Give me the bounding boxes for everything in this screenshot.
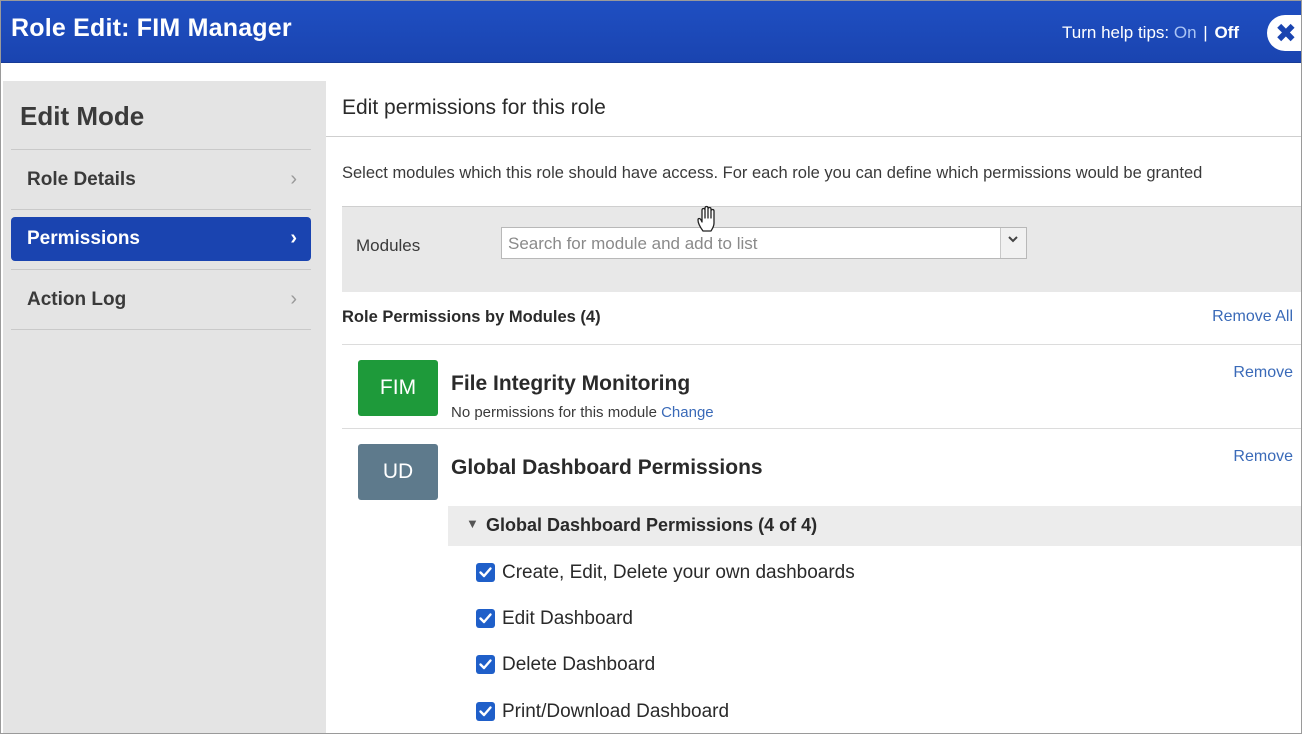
edit-mode-sidebar: Edit Mode Role Details › Permissions › A…: [3, 81, 326, 733]
modules-label: Modules: [356, 236, 421, 255]
remove-all-link[interactable]: Remove All: [1212, 308, 1293, 326]
sidebar-divider: [11, 149, 311, 150]
permission-group-header[interactable]: ▼ Global Dashboard Permissions (4 of 4): [448, 506, 1301, 546]
sidebar-item-permissions[interactable]: Permissions ›: [11, 217, 311, 261]
sidebar-heading: Edit Mode: [20, 101, 145, 131]
close-icon: ✖: [1275, 18, 1297, 48]
checkmark-icon: [479, 613, 492, 624]
hand-cursor-icon: [695, 205, 721, 238]
section-divider: [342, 344, 1301, 345]
chevron-down-icon: [1007, 232, 1019, 248]
help-tips-on-link[interactable]: On: [1174, 23, 1197, 42]
module-name: File Integrity Monitoring: [451, 372, 691, 395]
module-badge: UD: [358, 444, 438, 500]
help-tips-toggle: Turn help tips: On | Off: [1062, 23, 1239, 43]
permission-group-name: Global Dashboard Permissions (4 of 4): [486, 515, 818, 535]
panel-description: Select modules which this role should ha…: [342, 164, 1203, 182]
panel-heading: Edit permissions for this role: [342, 96, 606, 119]
module-permissions-text: No permissions for this module: [451, 404, 657, 421]
permission-checkbox[interactable]: [476, 563, 495, 582]
sidebar-item-role-details[interactable]: Role Details ›: [11, 158, 311, 202]
close-button[interactable]: ✖: [1267, 15, 1301, 51]
help-tips-off-link[interactable]: Off: [1214, 23, 1239, 42]
module-permissions-summary: No permissions for this module Change: [451, 404, 714, 421]
checkmark-icon: [479, 659, 492, 670]
modules-search-band: Modules Search for module and add to lis…: [342, 206, 1301, 292]
checkmark-icon: [479, 567, 492, 578]
sidebar-item-action-log[interactable]: Action Log ›: [11, 278, 311, 322]
permission-label: Edit Dashboard: [502, 608, 633, 629]
dropdown-toggle[interactable]: [1000, 228, 1026, 258]
role-edit-dialog: Role Edit: FIM Manager Turn help tips: O…: [0, 0, 1302, 734]
remove-module-link[interactable]: Remove: [1233, 448, 1293, 466]
sidebar-divider: [11, 329, 311, 330]
module-search-select[interactable]: Search for module and add to list: [501, 227, 1027, 259]
collapse-triangle-icon[interactable]: ▼: [466, 516, 479, 531]
permission-checkbox[interactable]: [476, 655, 495, 674]
sidebar-divider: [11, 269, 311, 270]
permission-checkbox[interactable]: [476, 609, 495, 628]
permission-checkbox[interactable]: [476, 702, 495, 721]
change-permissions-link[interactable]: Change: [661, 404, 714, 421]
help-tips-separator: |: [1203, 23, 1208, 42]
dialog-header: Role Edit: FIM Manager Turn help tips: O…: [1, 1, 1301, 63]
permission-label: Delete Dashboard: [502, 654, 656, 675]
role-permissions-title: Role Permissions by Modules (4): [342, 308, 601, 326]
module-badge: FIM: [358, 360, 438, 416]
remove-module-link[interactable]: Remove: [1233, 364, 1293, 382]
permission-label: Print/Download Dashboard: [502, 701, 730, 722]
chevron-right-icon: ›: [290, 168, 297, 190]
dialog-title: Role Edit: FIM Manager: [11, 14, 292, 42]
module-name: Global Dashboard Permissions: [451, 456, 763, 479]
sidebar-item-label: Permissions: [27, 228, 140, 249]
help-tips-label: Turn help tips:: [1062, 23, 1170, 42]
permission-label: Create, Edit, Delete your own dashboards: [502, 562, 855, 583]
chevron-right-icon: ›: [290, 288, 297, 310]
heading-divider: [326, 136, 1301, 137]
sidebar-divider: [11, 209, 311, 210]
permissions-panel: Edit permissions for this role Select mo…: [326, 63, 1301, 733]
module-divider: [342, 428, 1301, 429]
checkmark-icon: [479, 706, 492, 717]
sidebar-item-label: Action Log: [27, 289, 127, 310]
sidebar-item-label: Role Details: [27, 169, 136, 190]
chevron-right-icon: ›: [290, 227, 297, 249]
